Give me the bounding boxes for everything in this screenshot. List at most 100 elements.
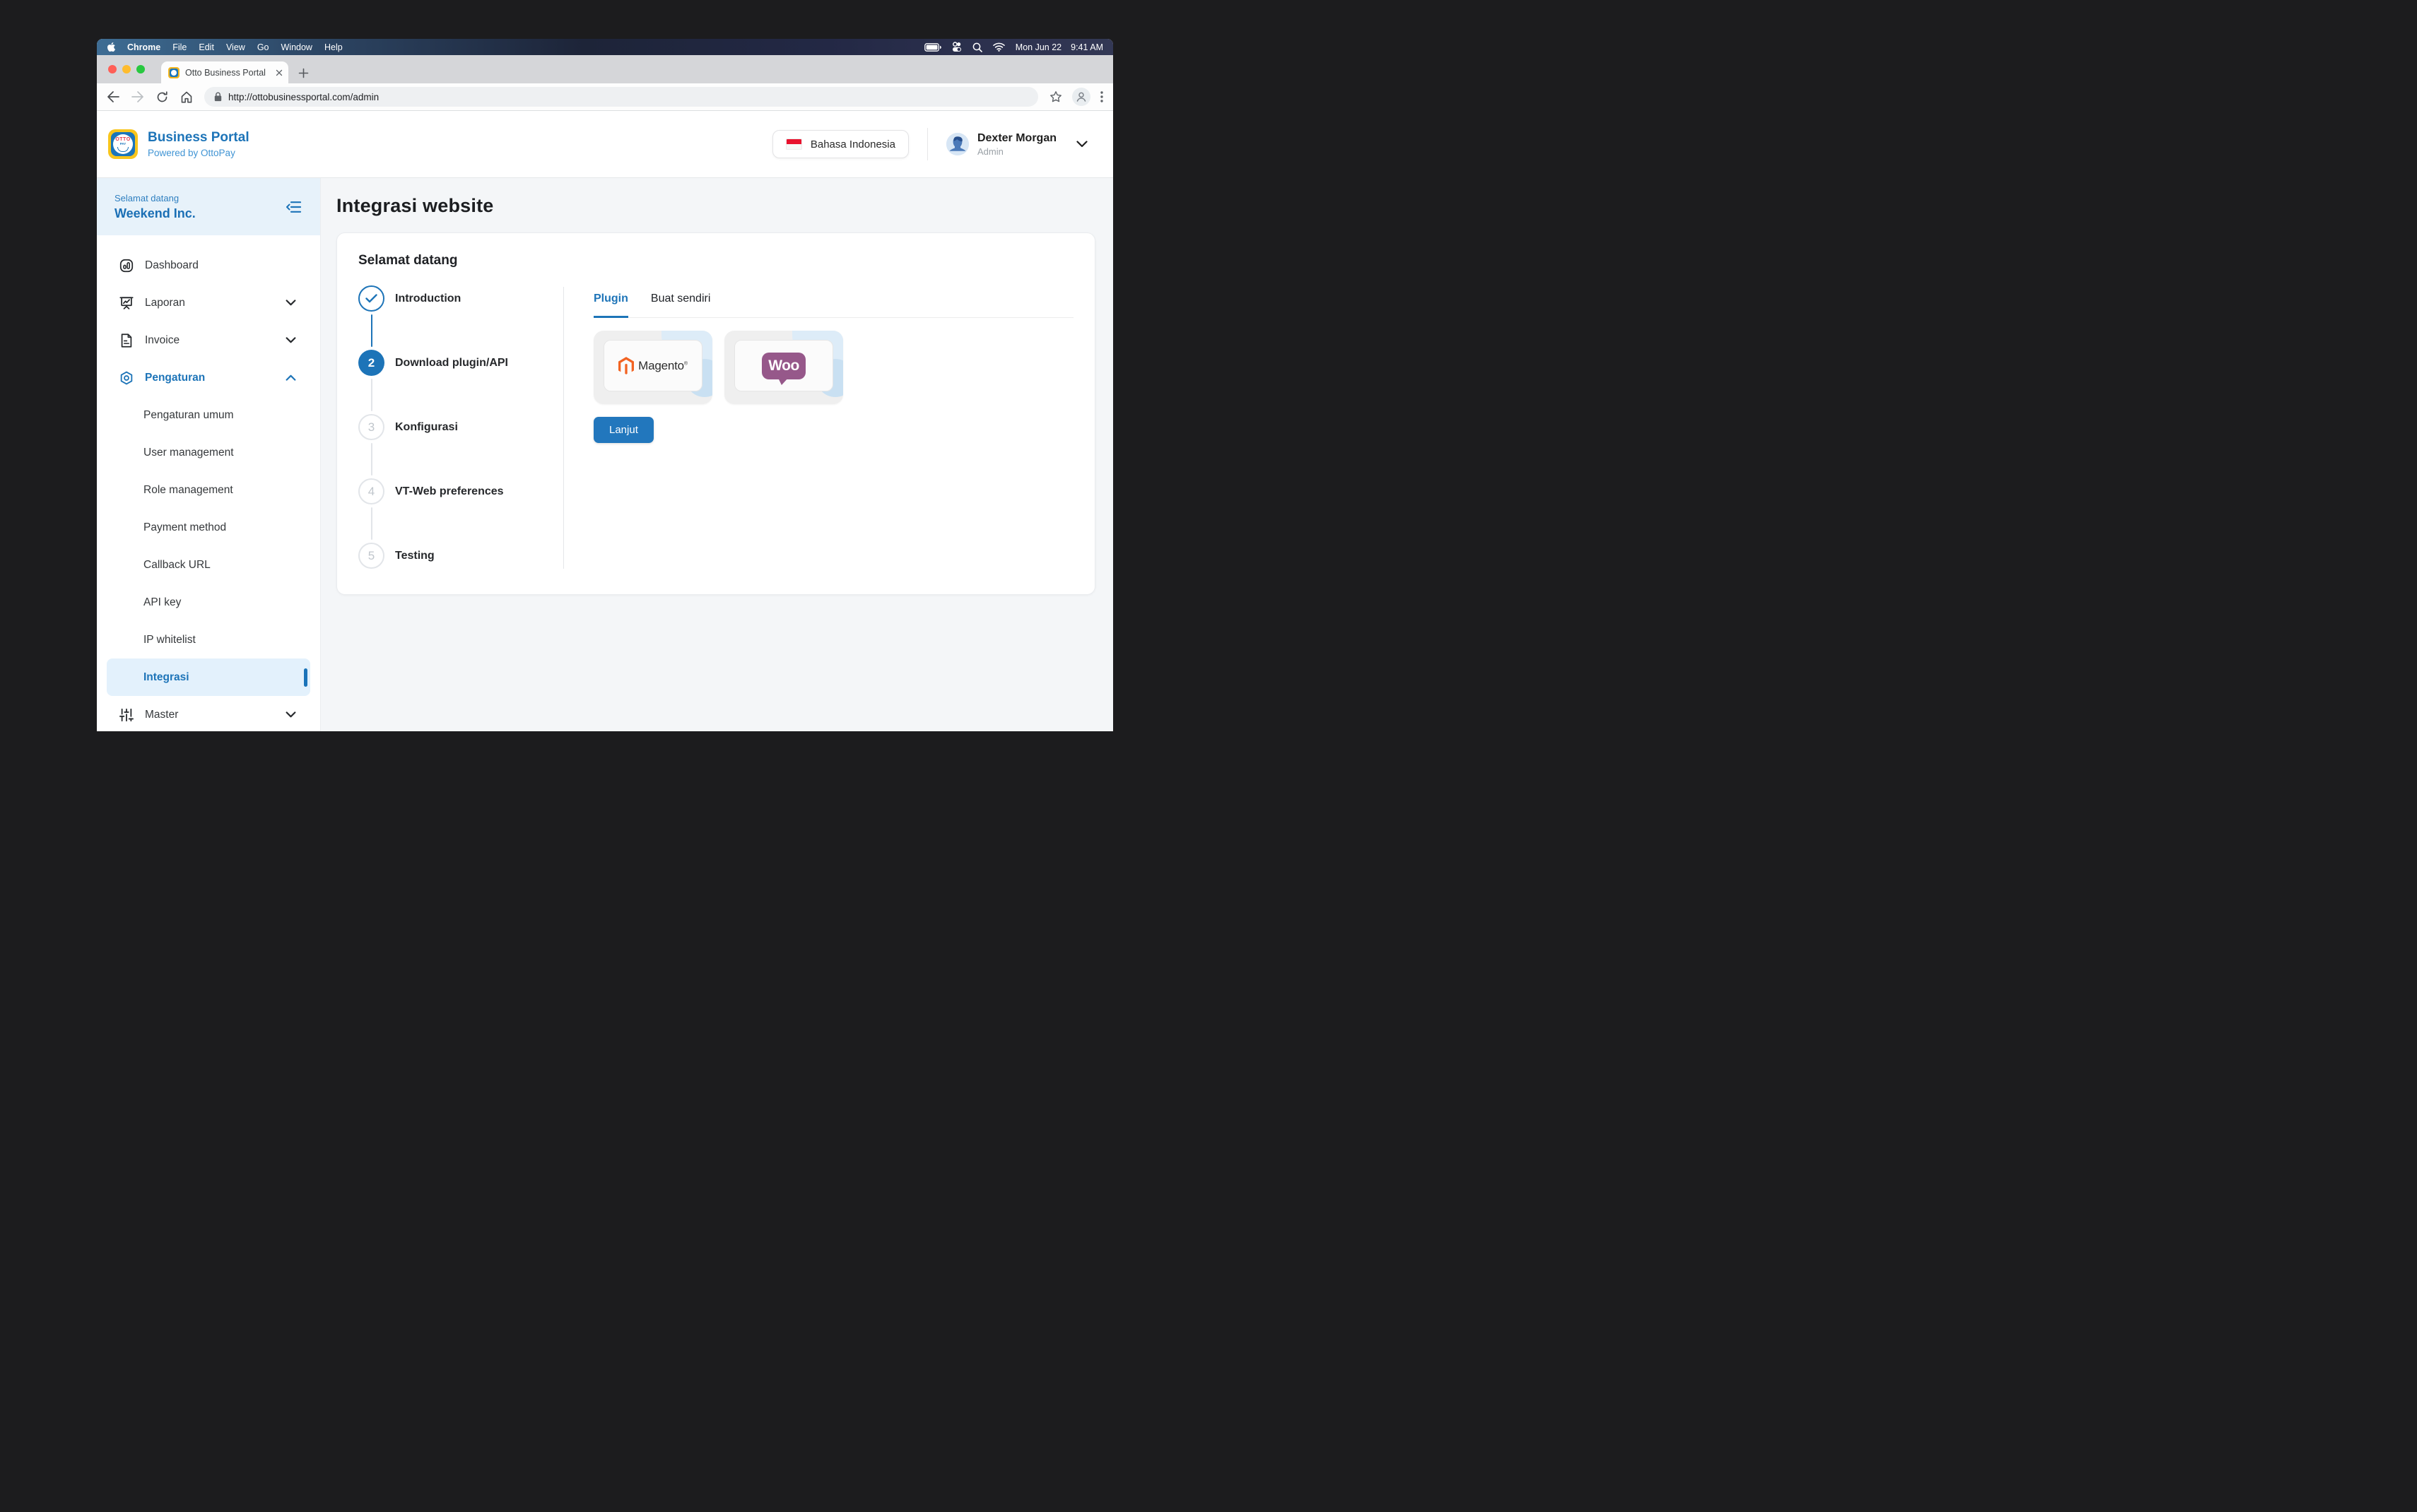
browser-toolbar: http://ottobusinessportal.com/admin xyxy=(97,83,1113,111)
new-tab-button[interactable] xyxy=(298,68,309,78)
brand: OTTO PAY Business Portal Powered by Otto… xyxy=(108,129,249,159)
address-bar[interactable]: http://ottobusinessportal.com/admin xyxy=(204,87,1038,107)
step-download-plugin[interactable]: 2 Download plugin/API xyxy=(358,350,563,376)
indonesia-flag-icon xyxy=(786,138,802,150)
menubar-time: 9:41 AM xyxy=(1071,42,1103,52)
user-profile-menu[interactable]: Dexter Morgan Admin xyxy=(946,131,1088,156)
dashboard-icon xyxy=(118,258,135,273)
tab-close-icon[interactable] xyxy=(276,69,283,76)
sidebar-item-laporan[interactable]: Laporan xyxy=(97,284,320,321)
step-check-icon xyxy=(358,285,384,312)
settings-icon xyxy=(118,370,135,386)
plugin-pane: Plugin Buat sendiri Magento® xyxy=(564,285,1074,574)
card-title: Selamat datang xyxy=(358,253,1074,268)
tab-favicon xyxy=(168,67,180,78)
home-button[interactable] xyxy=(180,91,193,103)
step-label: Download plugin/API xyxy=(395,357,508,370)
subitem-label: User management xyxy=(143,447,234,459)
user-role: Admin xyxy=(977,146,1057,157)
invoice-icon xyxy=(118,333,135,348)
control-center-icon[interactable] xyxy=(952,42,962,52)
subitem-label: IP whitelist xyxy=(143,634,196,646)
step-testing[interactable]: 5 Testing xyxy=(358,543,563,569)
reload-button[interactable] xyxy=(156,91,168,103)
sidebar-collapse-icon[interactable] xyxy=(286,201,302,213)
sidebar-menu: Dashboard Laporan Invoice xyxy=(97,235,320,731)
step-connector xyxy=(371,443,372,476)
menubar-item-edit[interactable]: Edit xyxy=(199,42,214,52)
sidebar-item-invoice[interactable]: Invoice xyxy=(97,321,320,359)
step-vtweb-preferences[interactable]: 4 VT-Web preferences xyxy=(358,478,563,504)
step-label: Introduction xyxy=(395,293,461,305)
sidebar-subitem-api-key[interactable]: API key xyxy=(97,584,320,621)
report-icon xyxy=(118,295,135,311)
menubar-item-chrome[interactable]: Chrome xyxy=(127,42,160,52)
chevron-up-icon xyxy=(286,374,296,381)
bookmark-star-icon[interactable] xyxy=(1049,90,1062,103)
plugin-card-woocommerce[interactable]: Woo xyxy=(724,331,843,404)
menubar-item-help[interactable]: Help xyxy=(324,42,343,52)
step-connector xyxy=(371,314,372,347)
chevron-down-icon xyxy=(286,337,296,343)
minimize-window-button[interactable] xyxy=(122,65,131,73)
wifi-icon[interactable] xyxy=(993,42,1005,52)
back-button[interactable] xyxy=(107,91,119,102)
step-connector xyxy=(371,379,372,411)
sidebar-subitem-user-management[interactable]: User management xyxy=(97,434,320,471)
spotlight-search-icon[interactable] xyxy=(972,42,982,52)
user-avatar xyxy=(946,133,969,155)
tab-buat-sendiri[interactable]: Buat sendiri xyxy=(651,293,711,317)
menubar-item-view[interactable]: View xyxy=(226,42,245,52)
subitem-label: Pengaturan umum xyxy=(143,409,234,422)
brand-title: Business Portal xyxy=(148,130,249,146)
sidebar-subitem-pengaturan-umum[interactable]: Pengaturan umum xyxy=(97,396,320,434)
sidebar-item-master[interactable]: Master xyxy=(97,696,320,731)
close-window-button[interactable] xyxy=(108,65,117,73)
woocommerce-logo: Woo xyxy=(762,353,806,379)
menubar-item-window[interactable]: Window xyxy=(281,42,312,52)
app-header: OTTO PAY Business Portal Powered by Otto… xyxy=(97,111,1113,178)
plugin-card-magento[interactable]: Magento® xyxy=(594,331,712,404)
step-konfigurasi[interactable]: 3 Konfigurasi xyxy=(358,414,563,440)
sidebar-subitem-payment-method[interactable]: Payment method xyxy=(97,509,320,546)
page-title: Integrasi website xyxy=(336,195,1095,217)
step-introduction[interactable]: Introduction xyxy=(358,285,563,312)
menubar-item-go[interactable]: Go xyxy=(257,42,269,52)
lock-icon[interactable] xyxy=(214,92,222,102)
sidebar-subitem-role-management[interactable]: Role management xyxy=(97,471,320,509)
sidebar-subitem-integrasi[interactable]: Integrasi xyxy=(107,658,310,696)
menubar-item-file[interactable]: File xyxy=(172,42,187,52)
language-selector-button[interactable]: Bahasa Indonesia xyxy=(772,130,909,158)
company-name: Weekend Inc. xyxy=(114,206,196,221)
browser-menu-icon[interactable] xyxy=(1100,91,1103,102)
subitem-label: Integrasi xyxy=(143,671,189,684)
user-name: Dexter Morgan xyxy=(977,131,1057,145)
continue-button[interactable]: Lanjut xyxy=(594,417,654,443)
browser-profile-icon[interactable] xyxy=(1072,88,1090,106)
sidebar-subitem-callback-url[interactable]: Callback URL xyxy=(97,546,320,584)
sidebar-item-pengaturan[interactable]: Pengaturan xyxy=(97,359,320,396)
step-number: 5 xyxy=(358,543,384,569)
header-divider xyxy=(927,128,928,160)
forward-button[interactable] xyxy=(131,91,144,102)
language-label: Bahasa Indonesia xyxy=(811,138,895,150)
subitem-label: Payment method xyxy=(143,521,226,534)
window-controls xyxy=(108,65,145,73)
apple-menu-icon[interactable] xyxy=(107,42,116,52)
tab-plugin[interactable]: Plugin xyxy=(594,293,628,318)
browser-tab[interactable]: Otto Business Portal xyxy=(161,61,288,83)
step-connector xyxy=(371,507,372,540)
sidebar-item-dashboard[interactable]: Dashboard xyxy=(97,247,320,284)
screen: Chrome File Edit View Go Window Help Mon… xyxy=(97,39,1113,731)
magento-logo-text: Magento® xyxy=(638,359,688,373)
sidebar-welcome: Selamat datang Weekend Inc. xyxy=(97,178,320,235)
integration-card: Selamat datang Introduction 2 xyxy=(336,232,1095,595)
sidebar: Selamat datang Weekend Inc. Dashboard xyxy=(97,178,321,731)
step-number: 4 xyxy=(358,478,384,504)
brand-subtitle: Powered by OttoPay xyxy=(148,148,249,158)
zoom-window-button[interactable] xyxy=(136,65,145,73)
wizard-stepper: Introduction 2 Download plugin/API 3 Kon… xyxy=(358,285,563,574)
plugin-tabs: Plugin Buat sendiri xyxy=(594,293,1074,318)
sliders-icon xyxy=(118,707,135,723)
sidebar-subitem-ip-whitelist[interactable]: IP whitelist xyxy=(97,621,320,658)
